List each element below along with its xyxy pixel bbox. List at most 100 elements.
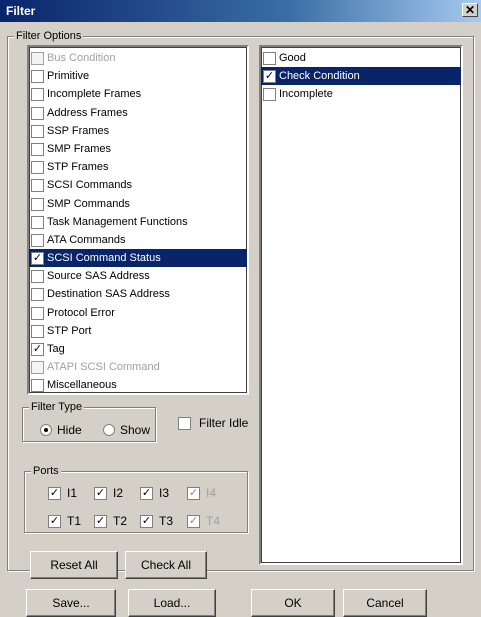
list-item[interactable]: SCSI Commands bbox=[29, 176, 247, 194]
hide-radio[interactable] bbox=[40, 424, 52, 436]
list-item-label: Incomplete bbox=[279, 88, 333, 100]
list-item[interactable]: Protocol Error bbox=[29, 304, 247, 322]
list-item-label: Good bbox=[279, 52, 306, 64]
checkbox[interactable] bbox=[31, 361, 44, 375]
checkbox[interactable] bbox=[263, 52, 276, 65]
list-item-label: STP Frames bbox=[47, 161, 109, 174]
port-checkbox-t4[interactable]: ✓ bbox=[187, 515, 200, 528]
title-bar: Filter ✕ bbox=[0, 0, 481, 22]
port-label: T1 bbox=[67, 514, 82, 528]
list-item[interactable]: STP Port bbox=[29, 322, 247, 340]
hide-label: Hide bbox=[57, 423, 82, 437]
port-checkbox-i3[interactable]: ✓ bbox=[140, 487, 153, 500]
checkbox[interactable] bbox=[31, 179, 44, 193]
filter-idle-checkbox[interactable] bbox=[178, 417, 191, 430]
show-label: Show bbox=[120, 423, 151, 437]
list-item[interactable]: Destination SAS Address bbox=[29, 285, 247, 303]
port-checkbox-t1[interactable]: ✓ bbox=[48, 515, 61, 528]
port-checkbox-t2[interactable]: ✓ bbox=[94, 515, 107, 528]
list-item-label: Miscellaneous bbox=[47, 379, 117, 392]
list-item-label: SCSI Command Status bbox=[47, 252, 161, 265]
list-item[interactable]: Address Frames bbox=[29, 104, 247, 122]
list-item[interactable]: ATAPI SCSI Command bbox=[29, 358, 247, 376]
checkbox[interactable]: ✓ bbox=[31, 252, 44, 266]
list-item[interactable]: SMP Frames bbox=[29, 140, 247, 158]
list-item[interactable]: Good bbox=[261, 49, 461, 67]
list-item[interactable]: Primitive bbox=[29, 67, 247, 85]
checkbox[interactable] bbox=[31, 142, 44, 156]
close-icon[interactable]: ✕ bbox=[462, 3, 478, 17]
list-item[interactable]: Source SAS Address bbox=[29, 267, 247, 285]
checkbox[interactable] bbox=[31, 215, 44, 229]
checkbox[interactable] bbox=[31, 106, 44, 120]
checkbox[interactable]: ✓ bbox=[263, 70, 276, 83]
ports-legend: Ports bbox=[31, 465, 61, 477]
filter-type-legend: Filter Type bbox=[29, 401, 85, 413]
list-item-label: Bus Condition bbox=[47, 52, 116, 64]
list-item-label: STP Port bbox=[47, 324, 92, 337]
load-button[interactable]: Load... bbox=[128, 589, 216, 617]
checkbox[interactable] bbox=[31, 88, 44, 102]
list-item-label: Tag bbox=[47, 343, 65, 355]
radio-dot bbox=[44, 428, 48, 432]
port-label: I2 bbox=[113, 486, 124, 500]
cancel-button[interactable]: Cancel bbox=[343, 589, 427, 617]
list-item[interactable]: Miscellaneous bbox=[29, 376, 247, 394]
list-item[interactable]: Incomplete bbox=[261, 85, 461, 103]
check-all-button[interactable]: Check All bbox=[125, 551, 207, 579]
port-label: I4 bbox=[206, 486, 217, 500]
list-item[interactable]: STP Frames bbox=[29, 158, 247, 176]
list-item[interactable]: Task Management Functions bbox=[29, 213, 247, 231]
list-item-label: ATA Commands bbox=[47, 233, 126, 246]
show-radio[interactable] bbox=[103, 424, 115, 436]
checkbox[interactable] bbox=[31, 124, 44, 138]
checkbox[interactable] bbox=[31, 233, 44, 247]
list-item[interactable]: Bus Condition bbox=[29, 49, 247, 67]
checkbox[interactable] bbox=[31, 379, 44, 393]
list-item-label: SSP Frames bbox=[47, 124, 110, 137]
list-item-label: Task Management Functions bbox=[47, 215, 188, 228]
reset-all-button[interactable]: Reset All bbox=[30, 551, 118, 579]
checkbox[interactable]: ✓ bbox=[31, 343, 44, 356]
list-item[interactable]: ✓ SCSI Command Status bbox=[29, 249, 247, 268]
port-checkbox-i4[interactable]: ✓ bbox=[187, 487, 200, 500]
list-item[interactable]: SSP Frames bbox=[29, 122, 247, 140]
checkbox[interactable] bbox=[31, 288, 44, 302]
ok-button[interactable]: OK bbox=[251, 589, 335, 617]
checkbox[interactable] bbox=[31, 70, 44, 84]
list-item[interactable]: SMP Commands bbox=[29, 195, 247, 213]
filter-options-list[interactable]: Bus Condition Primitive Incomplete Frames A… bbox=[27, 45, 249, 395]
list-item-label: SMP Commands bbox=[47, 197, 130, 210]
checkbox[interactable] bbox=[31, 270, 44, 284]
list-item-label: Address Frames bbox=[47, 106, 128, 119]
list-item-label: ATAPI SCSI Command bbox=[47, 361, 160, 374]
checkbox[interactable] bbox=[31, 161, 44, 175]
port-checkbox-i2[interactable]: ✓ bbox=[94, 487, 107, 500]
port-label: T2 bbox=[113, 514, 128, 528]
port-checkbox-i1[interactable]: ✓ bbox=[48, 487, 61, 500]
list-item-label: Primitive bbox=[47, 70, 90, 83]
list-item-label: SMP Frames bbox=[47, 142, 111, 155]
list-item[interactable]: ✓ Check Condition bbox=[261, 67, 461, 85]
list-item-label: Protocol Error bbox=[47, 306, 115, 319]
list-item[interactable]: Incomplete Frames bbox=[29, 85, 247, 103]
list-item[interactable]: ✓ Tag bbox=[29, 340, 247, 358]
checkbox[interactable] bbox=[31, 52, 44, 65]
port-label: I3 bbox=[159, 486, 170, 500]
list-item-label: Incomplete Frames bbox=[47, 88, 142, 101]
checkbox[interactable] bbox=[31, 306, 44, 320]
checkbox[interactable] bbox=[31, 197, 44, 211]
window-title: Filter bbox=[6, 4, 36, 18]
status-options-list[interactable]: Good ✓ Check Condition Incomplete bbox=[259, 45, 463, 565]
filter-options-legend: Filter Options bbox=[14, 30, 84, 42]
list-item-label: Source SAS Address bbox=[47, 270, 150, 283]
save-button[interactable]: Save... bbox=[26, 589, 116, 617]
port-label: T4 bbox=[206, 514, 221, 528]
checkbox[interactable] bbox=[31, 324, 44, 338]
port-checkbox-t3[interactable]: ✓ bbox=[140, 515, 153, 528]
port-label: T3 bbox=[159, 514, 174, 528]
list-item[interactable]: ATA Commands bbox=[29, 231, 247, 249]
list-item-label: Check Condition bbox=[279, 70, 360, 82]
checkbox[interactable] bbox=[263, 88, 276, 101]
list-item-label: SCSI Commands bbox=[47, 179, 132, 192]
